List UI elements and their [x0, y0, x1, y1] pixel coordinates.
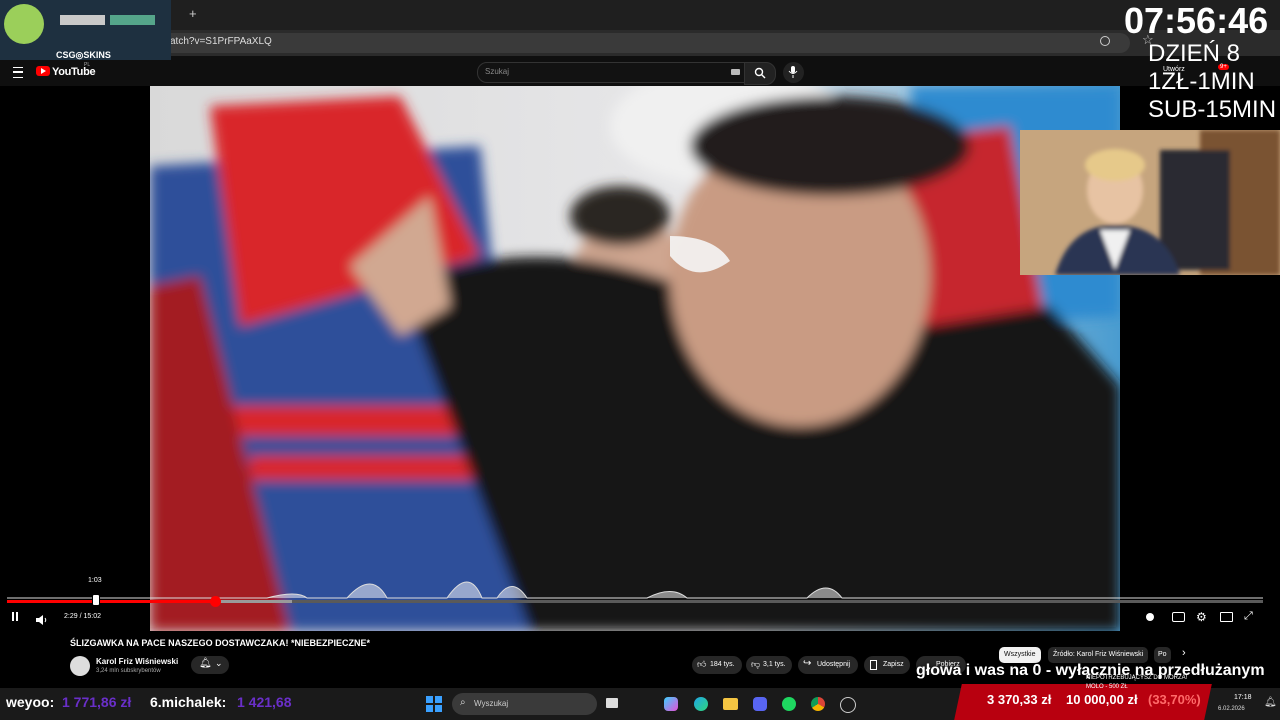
- file-explorer-icon[interactable]: [723, 698, 738, 710]
- search-button[interactable]: [744, 62, 776, 85]
- played-bar: [7, 600, 215, 603]
- miniplayer-icon[interactable]: [1220, 612, 1233, 622]
- search-input[interactable]: Szukaj: [477, 62, 745, 83]
- goal-target: 10 000,00 zł: [1066, 692, 1138, 707]
- like-button[interactable]: 👍︎ 184 tys.: [692, 656, 742, 674]
- webcam-overlay: [1020, 130, 1280, 275]
- mouse-cursor-icon: [92, 594, 100, 606]
- heatmap-graph: [7, 581, 1263, 599]
- pause-button[interactable]: [11, 612, 21, 622]
- price-per-minute: 1ZŁ-1MIN: [1148, 68, 1255, 95]
- share-icon: ↪: [803, 658, 812, 669]
- address-bar[interactable]: [150, 33, 1130, 53]
- like-count: 184 tys.: [710, 661, 735, 668]
- volume-icon: [36, 615, 47, 625]
- settings-gear-icon[interactable]: ⚙: [1196, 610, 1207, 624]
- search-icon: [754, 67, 766, 79]
- chevron-right-icon[interactable]: ›: [1182, 647, 1186, 659]
- taskbar-search-input[interactable]: ⌕ Wyszukaj: [452, 693, 597, 715]
- taskbar-search-icon: ⌕: [460, 697, 466, 708]
- edge-icon[interactable]: [694, 697, 708, 711]
- video-title: ŚLIZGAWKA NA PACE NASZEGO DOSTAWCZAKA! *…: [70, 638, 371, 648]
- autoplay-toggle[interactable]: [1146, 613, 1154, 621]
- goal-overlay-line2: MOLO - 500 ZŁ: [1086, 684, 1128, 690]
- save-label: Zapisz: [883, 661, 904, 668]
- bookmark-icon: [870, 660, 877, 670]
- spotify-icon[interactable]: [782, 697, 796, 711]
- keyboard-icon[interactable]: [731, 69, 740, 75]
- chip-source[interactable]: Źródło: Karol Friz Wiśniewski: [1048, 647, 1149, 663]
- sponsor-skins-image: [4, 4, 155, 44]
- share-label: Udostępnij: [817, 661, 851, 668]
- time-display: 2:29 / 15:02: [64, 613, 101, 620]
- chip-more-label: Po: [1158, 651, 1167, 658]
- voice-search-button[interactable]: [783, 62, 804, 83]
- region-label: PL: [84, 62, 91, 68]
- donor-6-name: 6.michalek:: [150, 694, 227, 710]
- thumbs-up-icon: 👍︎: [697, 659, 707, 669]
- menu-icon[interactable]: [13, 67, 23, 78]
- search-placeholder: Szukaj: [485, 67, 510, 76]
- notification-bell-icon[interactable]: 🔔︎: [1264, 697, 1277, 708]
- top-donor-name: weyoo:: [6, 694, 55, 710]
- save-button[interactable]: Zapisz: [864, 656, 910, 674]
- play-logo-icon: [41, 68, 46, 74]
- copilot-icon[interactable]: [664, 697, 678, 711]
- chrome-icon[interactable]: [811, 697, 825, 711]
- subscribe-bell-button[interactable]: 🔔︎ ⌄: [191, 656, 229, 674]
- subtitles-icon[interactable]: [1172, 612, 1185, 622]
- task-view-icon[interactable]: [606, 698, 618, 708]
- url-text: atch?v=S1PrFPAaXLQ: [170, 36, 272, 47]
- obs-icon[interactable]: [840, 697, 856, 713]
- system-date[interactable]: 6.02.2026: [1218, 706, 1245, 712]
- new-tab-button[interactable]: +: [189, 6, 197, 21]
- stream-day: DZIEŃ 8: [1148, 40, 1241, 67]
- system-time[interactable]: 17:18: [1234, 694, 1252, 701]
- top-donor-amount: 1 771,86 zł: [62, 694, 132, 710]
- sub-price: SUB-15MIN: [1148, 96, 1277, 123]
- chevron-down-icon: ⌄: [215, 658, 223, 668]
- discord-icon[interactable]: [753, 697, 767, 711]
- windows-start-icon[interactable]: [426, 696, 442, 712]
- dislike-button[interactable]: 👎︎ 3,1 tys.: [746, 656, 792, 674]
- video-content: [150, 86, 1120, 631]
- channel-name[interactable]: Karol Friz Wiśniewski: [96, 657, 178, 666]
- goal-current: 3 370,33 zł: [987, 692, 1052, 707]
- microphone-icon: [788, 66, 798, 78]
- bell-icon: 🔔︎: [199, 658, 212, 669]
- donor-6-amount: 1 421,68: [237, 694, 292, 710]
- webcam-image: [1020, 130, 1280, 275]
- goal-percent: (33,70%): [1148, 692, 1201, 707]
- dislike-count: 3,1 tys.: [763, 661, 786, 668]
- chip-source-label: Źródło: Karol Friz Wiśniewski: [1053, 651, 1144, 658]
- video-frame[interactable]: [150, 86, 1120, 631]
- hover-timestamp: 1:03: [88, 577, 102, 584]
- channel-avatar[interactable]: [70, 656, 90, 676]
- stream-timer: 07:56:46: [1124, 0, 1269, 41]
- thumbs-down-icon: 👎︎: [751, 659, 761, 669]
- chip-more[interactable]: Po: [1154, 647, 1171, 663]
- goal-overlay-line1: NIEPOTRZEBUJĄCYSZ DO MORZA!: [1086, 675, 1188, 681]
- share-button[interactable]: ↪ Udostępnij: [798, 656, 858, 674]
- subscriber-count: 3,24 mln subskrybentów: [96, 668, 161, 674]
- pause-icon: [12, 612, 14, 621]
- scrubber-handle[interactable]: [210, 596, 221, 607]
- chip-all-label: Wszystkie: [1004, 651, 1036, 658]
- taskbar-search-placeholder: Wyszukaj: [474, 699, 509, 708]
- volume-button[interactable]: [36, 612, 48, 625]
- fullscreen-icon[interactable]: ⤢: [1244, 610, 1253, 623]
- zoom-icon[interactable]: [1100, 36, 1110, 46]
- chip-all[interactable]: Wszystkie: [999, 647, 1041, 663]
- sponsor-label: CSG◎SKINS: [56, 50, 111, 60]
